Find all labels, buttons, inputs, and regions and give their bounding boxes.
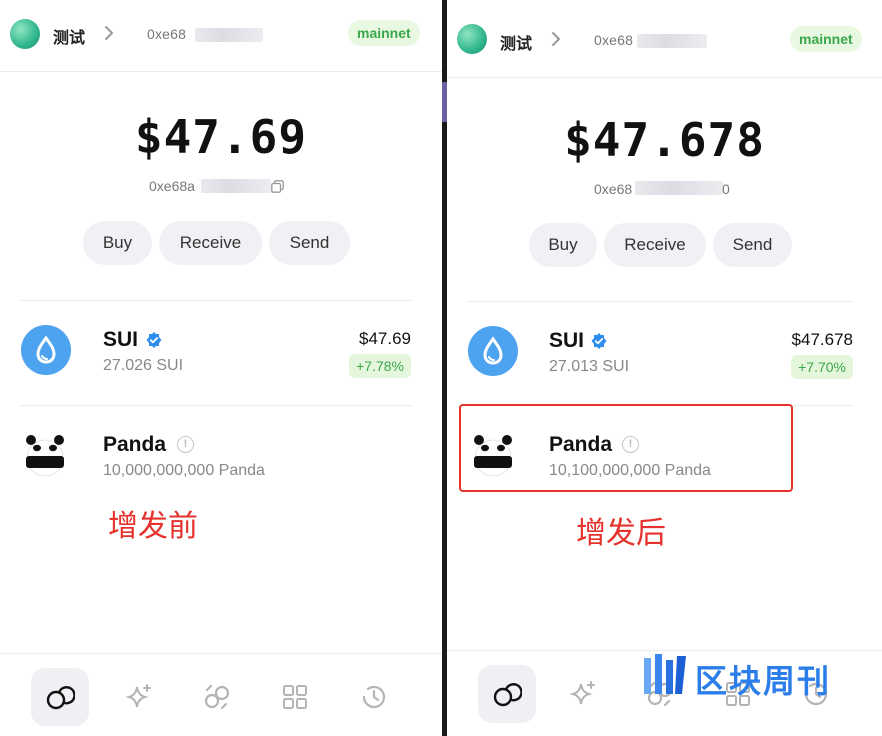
history-icon xyxy=(362,685,386,709)
coin-name: SUI xyxy=(103,328,139,351)
panda-icon xyxy=(474,435,512,477)
network-badge[interactable]: mainnet xyxy=(348,20,420,46)
coin-usd-value: $47.69 xyxy=(359,329,411,348)
swap-icon xyxy=(204,684,230,710)
sui-icon xyxy=(468,326,518,376)
annotation-after: 增发后 xyxy=(576,516,666,551)
wallet-header: 测试 0xe68 mainnet xyxy=(447,0,882,78)
network-badge[interactable]: mainnet xyxy=(790,26,862,52)
copy-icon[interactable] xyxy=(271,180,284,193)
nav-swap[interactable] xyxy=(188,668,246,726)
coin-name: SUI xyxy=(549,329,585,352)
sparkles-icon xyxy=(569,681,595,705)
wallet-panel-before: 测试 0xe68 mainnet $47.69 0xe68a Buy Recei… xyxy=(0,0,442,736)
receive-button[interactable]: Receive xyxy=(159,221,262,265)
chevron-right-icon[interactable] xyxy=(103,24,115,42)
receive-button[interactable]: Receive xyxy=(604,223,706,267)
total-balance: $47.69 xyxy=(134,110,308,164)
watermark-text: 区块周刊 xyxy=(695,663,832,699)
address-redaction xyxy=(195,28,263,42)
panda-icon xyxy=(26,435,64,477)
tokens-icon xyxy=(46,686,75,710)
wallet-address: 0xe68 xyxy=(594,181,633,197)
account-avatar[interactable] xyxy=(10,19,40,49)
wallet-address: 0xe68a xyxy=(149,178,195,194)
address-redaction xyxy=(637,34,707,48)
wallet-header: 测试 0xe68 mainnet xyxy=(0,0,442,72)
sui-icon xyxy=(21,325,71,375)
watermark-logo-icon xyxy=(644,654,686,694)
address-redaction xyxy=(635,181,723,195)
buy-button[interactable]: Buy xyxy=(529,223,597,267)
annotation-before: 增发前 xyxy=(108,509,198,544)
coin-usd-value: $47.678 xyxy=(791,330,853,349)
tokens-icon xyxy=(493,683,522,707)
apps-icon xyxy=(283,685,307,709)
buy-button[interactable]: Buy xyxy=(83,221,152,265)
nav-apps[interactable] xyxy=(266,668,324,726)
address-redaction xyxy=(201,179,271,193)
nav-tokens[interactable] xyxy=(31,668,89,726)
header-address[interactable]: 0xe68 xyxy=(594,32,633,48)
coin-name: Panda xyxy=(103,433,167,456)
account-name[interactable]: 测试 xyxy=(53,24,85,48)
divider xyxy=(20,300,412,301)
price-change-badge: +7.70% xyxy=(791,355,853,379)
chevron-right-icon[interactable] xyxy=(550,30,562,48)
nav-tokens[interactable] xyxy=(478,665,536,723)
coin-amount: 27.026 SUI xyxy=(103,357,184,374)
nav-discover[interactable] xyxy=(110,668,168,726)
send-button[interactable]: Send xyxy=(269,221,350,265)
total-balance: $47.678 xyxy=(564,113,765,167)
bottom-nav xyxy=(0,653,442,736)
coin-name: Panda xyxy=(549,433,613,456)
divider xyxy=(20,405,412,406)
coin-amount: 27.013 SUI xyxy=(549,358,630,375)
wallet-panel-after: 测试 0xe68 mainnet $47.678 0xe68 0 Buy Rec… xyxy=(447,0,882,736)
verified-badge-icon xyxy=(591,333,607,349)
price-change-badge: +7.78% xyxy=(349,354,411,378)
nav-discover[interactable] xyxy=(554,665,612,723)
coin-amount: 10,100,000,000 Panda xyxy=(549,462,711,479)
wallet-address-tail: 0 xyxy=(722,181,730,197)
header-address[interactable]: 0xe68 xyxy=(147,26,186,42)
info-icon[interactable]: ! xyxy=(622,436,639,453)
coin-amount: 10,000,000,000 Panda xyxy=(103,462,265,479)
comparison-screenshot: 测试 0xe68 mainnet $47.69 0xe68a Buy Recei… xyxy=(0,0,882,736)
account-name[interactable]: 测试 xyxy=(500,30,532,54)
info-icon[interactable]: ! xyxy=(177,436,194,453)
account-avatar[interactable] xyxy=(457,24,487,54)
sparkles-icon xyxy=(125,684,151,708)
divider xyxy=(466,301,854,302)
nav-history[interactable] xyxy=(345,668,403,726)
send-button[interactable]: Send xyxy=(713,223,792,267)
verified-badge-icon xyxy=(146,332,162,348)
